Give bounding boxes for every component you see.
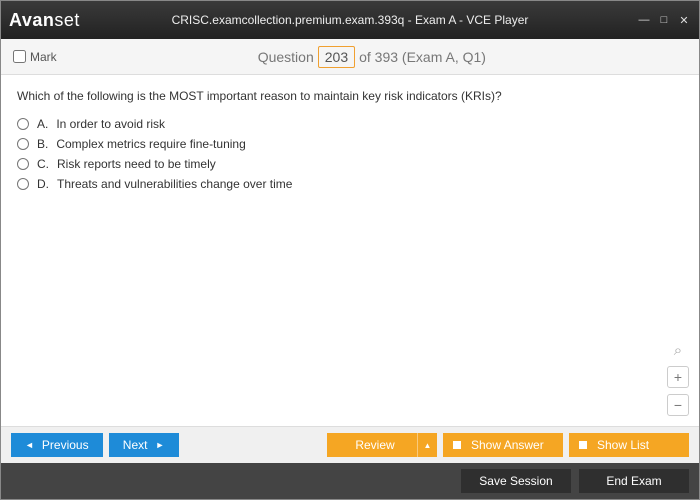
footer-secondary: Save Session End Exam	[1, 463, 699, 499]
option-a[interactable]: A. In order to avoid risk	[17, 117, 683, 131]
mark-label: Mark	[30, 50, 57, 64]
side-tools: ⌕ + −	[667, 340, 689, 416]
option-a-letter: A.	[37, 117, 48, 131]
review-button[interactable]: Review ▲	[327, 433, 437, 457]
option-a-radio[interactable]	[17, 118, 29, 130]
subheader: Mark Question 203 of 393 (Exam A, Q1)	[1, 39, 699, 75]
option-c-letter: C.	[37, 157, 49, 171]
option-c-text: Risk reports need to be timely	[57, 157, 216, 171]
option-d-text: Threats and vulnerabilities change over …	[57, 177, 292, 191]
mark-checkbox-wrap[interactable]: Mark	[13, 50, 57, 64]
option-c[interactable]: C. Risk reports need to be timely	[17, 157, 683, 171]
next-button[interactable]: Next	[109, 433, 179, 457]
question-info: Question 203 of 393 (Exam A, Q1)	[258, 46, 486, 68]
close-icon[interactable]: ✕	[677, 14, 691, 27]
show-list-label: Show List	[597, 438, 649, 452]
content-area: Which of the following is the MOST impor…	[1, 75, 699, 426]
previous-button[interactable]: Previous	[11, 433, 103, 457]
option-d[interactable]: D. Threats and vulnerabilities change ov…	[17, 177, 683, 191]
zoom-out-button[interactable]: −	[667, 394, 689, 416]
app-logo: Avanset	[9, 10, 80, 31]
mark-checkbox[interactable]	[13, 50, 26, 63]
review-dropdown-icon[interactable]: ▲	[417, 433, 437, 457]
option-d-radio[interactable]	[17, 178, 29, 190]
maximize-icon[interactable]: □	[657, 14, 671, 27]
option-b-text: Complex metrics require fine-tuning	[56, 137, 245, 151]
question-label: Question	[258, 49, 314, 65]
window-title: CRISC.examcollection.premium.exam.393q -…	[1, 13, 699, 27]
question-total: of 393 (Exam A, Q1)	[359, 49, 486, 65]
window-controls: — □ ✕	[637, 14, 691, 27]
minimize-icon[interactable]: —	[637, 14, 651, 27]
question-number-box[interactable]: 203	[318, 46, 355, 68]
review-label: Review	[355, 438, 394, 452]
show-answer-button[interactable]: Show Answer	[443, 433, 563, 457]
option-d-letter: D.	[37, 177, 49, 191]
app-window: Avanset CRISC.examcollection.premium.exa…	[0, 0, 700, 500]
option-b-letter: B.	[37, 137, 48, 151]
save-session-button[interactable]: Save Session	[461, 469, 571, 493]
footer-primary: Previous Next Review ▲ Show Answer Show …	[1, 426, 699, 463]
end-exam-button[interactable]: End Exam	[579, 469, 689, 493]
magnify-icon[interactable]: ⌕	[667, 340, 689, 360]
zoom-in-button[interactable]: +	[667, 366, 689, 388]
option-a-text: In order to avoid risk	[56, 117, 165, 131]
option-c-radio[interactable]	[17, 158, 29, 170]
show-answer-label: Show Answer	[471, 438, 544, 452]
stop-icon	[453, 441, 461, 449]
stop-icon	[579, 441, 587, 449]
titlebar: Avanset CRISC.examcollection.premium.exa…	[1, 1, 699, 39]
question-text: Which of the following is the MOST impor…	[17, 89, 683, 103]
show-list-button[interactable]: Show List	[569, 433, 689, 457]
option-b-radio[interactable]	[17, 138, 29, 150]
option-b[interactable]: B. Complex metrics require fine-tuning	[17, 137, 683, 151]
